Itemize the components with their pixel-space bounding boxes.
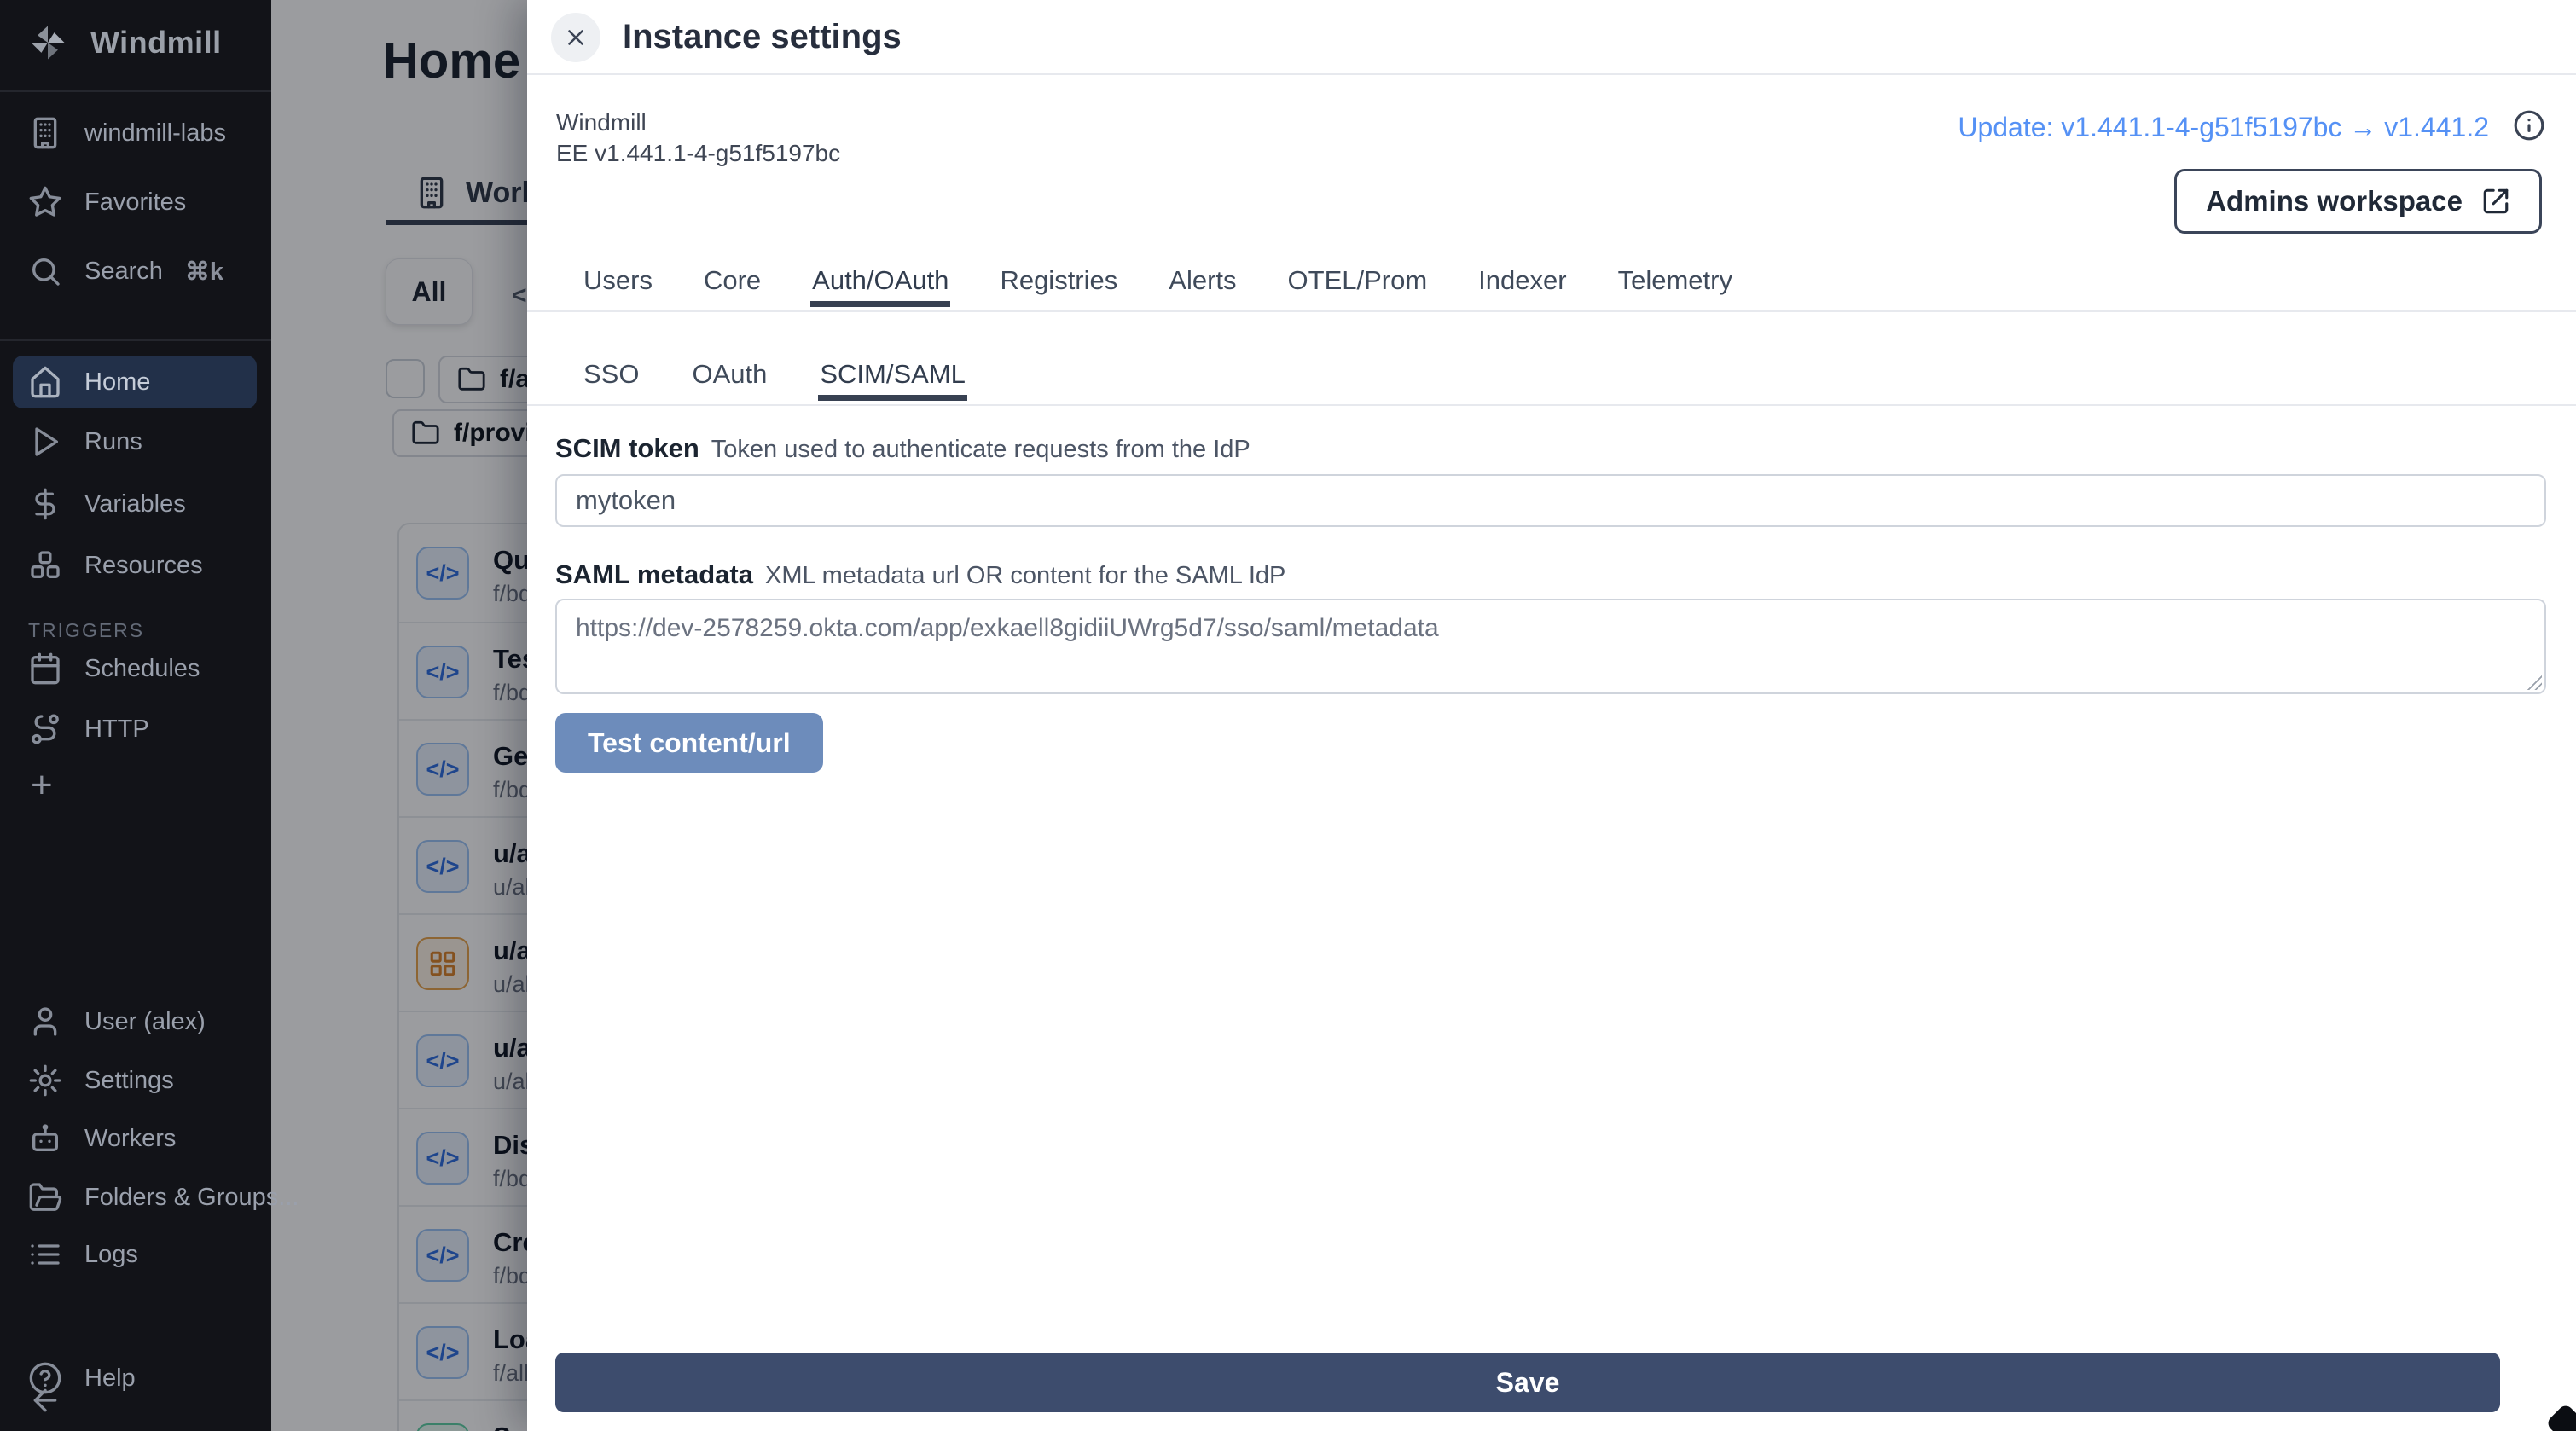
windmill-logo-icon: [26, 20, 70, 65]
sidebar-item-user[interactable]: User (alex): [28, 1005, 206, 1039]
scim-token-label-row: SCIM token Token used to authenticate re…: [555, 433, 1250, 464]
sidebar-item-workers[interactable]: Workers: [28, 1121, 176, 1156]
test-content-url-button[interactable]: Test content/url: [555, 713, 823, 773]
workspace-name: windmill-labs: [84, 119, 226, 148]
save-label: Save: [1496, 1367, 1560, 1399]
scim-token-label: SCIM token: [555, 433, 699, 464]
gear-icon: [28, 1063, 62, 1098]
instance-version-string: EE v1.441.1-4-g51f5197bc: [556, 138, 840, 169]
drawer-title: Instance settings: [623, 18, 902, 56]
app-name: Windmill: [90, 25, 222, 61]
resources-label: Resources: [84, 552, 203, 580]
scim-token-desc: Token used to authenticate requests from…: [711, 436, 1250, 464]
update-link[interactable]: Update: v1.441.1-4-g51f5197bc → v1.441.2: [1958, 112, 2489, 143]
play-icon: [28, 425, 62, 459]
sidebar-item-favorites[interactable]: Favorites: [28, 185, 186, 219]
sidebar-divider: [0, 90, 271, 92]
tab-otel-prom[interactable]: OTEL/Prom: [1288, 256, 1428, 305]
test-content-url-label: Test content/url: [588, 727, 791, 759]
subtab-scim-saml[interactable]: SCIM/SAML: [820, 350, 966, 399]
tab-alerts[interactable]: Alerts: [1169, 256, 1236, 305]
sidebar-item-runs[interactable]: Runs: [28, 425, 142, 459]
logs-label: Logs: [84, 1241, 138, 1269]
scim-token-input[interactable]: mytoken: [555, 474, 2546, 527]
folders-groups-label: Folders & Groups...: [84, 1184, 299, 1212]
runs-label: Runs: [84, 428, 142, 456]
tab-users[interactable]: Users: [583, 256, 653, 305]
close-button[interactable]: [551, 13, 600, 62]
calendar-icon: [28, 652, 62, 686]
bot-icon: [28, 1121, 62, 1156]
boxes-icon: [28, 548, 62, 582]
sidebar-item-settings[interactable]: Settings: [28, 1063, 174, 1098]
textarea-resize-handle[interactable]: [2525, 673, 2542, 690]
favorites-label: Favorites: [84, 188, 186, 217]
add-trigger-button[interactable]: +: [31, 764, 53, 807]
schedules-label: Schedules: [84, 655, 200, 683]
sidebar-item-http[interactable]: HTTP: [28, 712, 149, 746]
folder-open-icon: [28, 1180, 62, 1214]
sidebar-item-variables[interactable]: Variables: [28, 487, 186, 521]
route-icon: [28, 712, 62, 746]
sidebar-item-logs[interactable]: Logs: [28, 1237, 138, 1272]
tab-core[interactable]: Core: [704, 256, 761, 305]
settings-label: Settings: [84, 1067, 174, 1095]
auth-subtabs: SSO OAuth SCIM/SAML: [527, 350, 2576, 406]
save-button[interactable]: Save: [555, 1353, 2500, 1412]
saml-metadata-desc: XML metadata url OR content for the SAML…: [765, 562, 1285, 590]
triggers-section-label: TRIGGERS: [28, 619, 144, 642]
sidebar-item-folders-groups[interactable]: Folders & Groups...: [28, 1180, 299, 1214]
star-icon: [28, 185, 62, 219]
dollar-icon: [28, 487, 62, 521]
home-icon: [28, 365, 62, 399]
settings-tabs: Users Core Auth/OAuth Registries Alerts …: [527, 256, 2576, 312]
sidebar-item-home[interactable]: Home: [13, 356, 257, 408]
app-logo[interactable]: Windmill: [26, 20, 222, 65]
saml-metadata-textarea[interactable]: https://dev-2578259.okta.com/app/exkaell…: [555, 599, 2546, 694]
instance-app-name: Windmill: [556, 107, 840, 138]
sidebar-item-workspace[interactable]: windmill-labs: [28, 116, 226, 150]
admins-workspace-button[interactable]: Admins workspace: [2174, 169, 2542, 234]
instance-version: Windmill EE v1.441.1-4-g51f5197bc: [556, 107, 840, 169]
admins-workspace-label: Admins workspace: [2206, 185, 2463, 217]
drawer-header: Instance settings: [527, 0, 2576, 75]
external-link-icon: [2481, 187, 2510, 216]
user-label: User (alex): [84, 1008, 206, 1036]
close-icon: [563, 25, 589, 50]
instance-settings-drawer: Instance settings Windmill EE v1.441.1-4…: [527, 0, 2576, 1431]
tab-auth-oauth[interactable]: Auth/OAuth: [812, 256, 949, 305]
sidebar-item-schedules[interactable]: Schedules: [28, 652, 200, 686]
home-label: Home: [84, 368, 150, 397]
subtab-sso[interactable]: SSO: [583, 350, 639, 399]
screen: Windmill windmill-labs Favorites Search …: [0, 0, 2576, 1431]
tab-indexer[interactable]: Indexer: [1478, 256, 1566, 305]
workers-label: Workers: [84, 1125, 176, 1153]
subtab-oauth[interactable]: OAuth: [692, 350, 767, 399]
sidebar: Windmill windmill-labs Favorites Search …: [0, 0, 271, 1431]
http-label: HTTP: [84, 716, 149, 744]
user-icon: [28, 1005, 62, 1039]
help-label: Help: [84, 1364, 136, 1393]
arrow-left-icon: [28, 1383, 62, 1417]
sidebar-divider: [0, 339, 271, 341]
info-icon[interactable]: [2513, 109, 2545, 146]
sidebar-item-resources[interactable]: Resources: [28, 548, 203, 582]
search-icon: [28, 254, 62, 288]
saml-metadata-label-row: SAML metadata XML metadata url OR conten…: [555, 559, 1285, 590]
tab-telemetry[interactable]: Telemetry: [1618, 256, 1732, 305]
list-icon: [28, 1237, 62, 1272]
search-label: Search: [84, 258, 163, 286]
saml-metadata-label: SAML metadata: [555, 559, 753, 590]
search-shortcut: ⌘k: [185, 257, 223, 287]
tab-registries[interactable]: Registries: [1000, 256, 1117, 305]
saml-metadata-value: https://dev-2578259.okta.com/app/exkaell…: [576, 614, 1439, 642]
update-meta: Update: v1.441.1-4-g51f5197bc → v1.441.2: [1958, 109, 2545, 146]
variables-label: Variables: [84, 490, 186, 519]
sidebar-item-search[interactable]: Search ⌘k: [28, 254, 223, 288]
building-icon: [28, 116, 62, 150]
sidebar-collapse-button[interactable]: [28, 1383, 62, 1417]
